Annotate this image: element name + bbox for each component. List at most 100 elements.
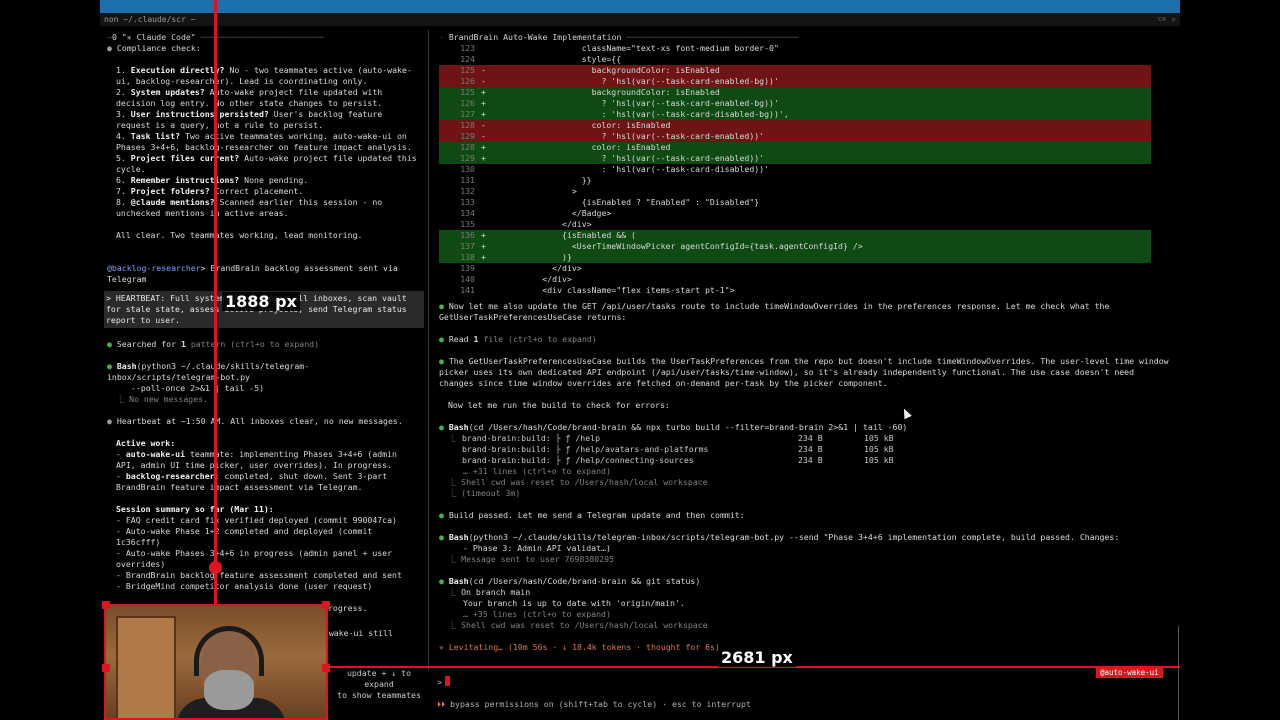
diff-code: className="text-xs font-medium border-0" bbox=[493, 43, 779, 53]
resize-handle[interactable] bbox=[322, 664, 330, 672]
bash-call[interactable]: ● Bash(python3 ~/.claude/skills/telegram… bbox=[439, 532, 1172, 543]
teammate-name: backlog-researcher bbox=[125, 471, 215, 481]
build-js: 105 kB bbox=[864, 444, 894, 454]
headphones-icon bbox=[194, 626, 264, 676]
bash-command: (python3 ~/.claude/skills/telegram-inbox… bbox=[107, 361, 310, 382]
diff-line: 134 </Badge> bbox=[439, 208, 1151, 219]
diff-code: ? 'hsl(var(--task-card-enabled))' bbox=[493, 153, 765, 163]
bullet-icon: ● bbox=[107, 43, 112, 53]
terminal-tab-title[interactable]: non ~/.claude/scr ~ ⌥⌘ × bbox=[100, 13, 1180, 26]
bash-command: (python3 ~/.claude/skills/telegram-inbox… bbox=[468, 532, 1120, 542]
diff-sign: + bbox=[481, 98, 486, 108]
diff-sign: + bbox=[481, 230, 486, 240]
diff-sign: - bbox=[481, 120, 486, 130]
compliance-heading-text: Compliance check: bbox=[116, 43, 201, 53]
teammate-mention[interactable]: @backlog-researcher bbox=[107, 263, 201, 273]
read-suffix: file (ctrl+o to expand) bbox=[478, 334, 597, 344]
window-controls-icon[interactable]: ⌥⌘ × bbox=[1157, 15, 1176, 24]
checklist-number: 7. bbox=[116, 186, 126, 196]
diff-line: 126- ? 'hsl(var(--task-card-enabled-bg))… bbox=[439, 76, 1151, 87]
line-number: 124 bbox=[460, 54, 475, 64]
diff-line: 128- color: isEnabled bbox=[439, 120, 1151, 131]
diff-line: 130 : 'hsl(var(--task-card-disabled))' bbox=[439, 164, 1151, 175]
line-number: 129 bbox=[460, 131, 475, 141]
diff-code: : 'hsl(var(--task-card-disabled))' bbox=[493, 164, 770, 174]
diff-line: 133 {isEnabled ? "Enabled" : "Disabled"} bbox=[439, 197, 1151, 208]
prompt-input[interactable]: > bbox=[431, 674, 1180, 690]
summary-item: - FAQ credit card fix verified deployed … bbox=[116, 515, 397, 525]
bash-call[interactable]: ● Bash(cd /Users/hash/Code/brand-brain &… bbox=[439, 422, 1172, 433]
success-dot-icon: ● bbox=[439, 532, 444, 542]
right-pane-title: BrandBrain Auto-Wake Implementation bbox=[448, 32, 622, 42]
active-work-item: - backlog-researcher: completed, shut do… bbox=[116, 471, 393, 492]
read-call[interactable]: ● Read 1 file (ctrl+o to expand) bbox=[439, 334, 1172, 345]
git-line-text: Your branch is up to date with 'origin/m… bbox=[463, 598, 685, 608]
bash-label: Bash bbox=[116, 361, 137, 371]
build-output: ⎿ brand-brain:build: ├ ƒ /help 234 B 105 kB… bbox=[439, 433, 1172, 466]
resize-handle[interactable] bbox=[102, 664, 110, 672]
diff-line: 126 + ? 'hsl(var(--task-card-enabled-bg))… bbox=[439, 98, 1151, 109]
diff-sign: - bbox=[481, 131, 486, 141]
line-number: 141 bbox=[460, 285, 475, 295]
search-prefix: Searched for bbox=[116, 339, 181, 349]
search-result[interactable]: ● Searched for 1 pattern (ctrl+o to expa… bbox=[107, 339, 421, 350]
diff-sign: + bbox=[481, 87, 486, 97]
build-cwd: ⎿ Shell cwd was reset to /Users/hash/loc… bbox=[439, 477, 1172, 488]
diff-code: <UserTimeWindowPicker agentConfigId={tas… bbox=[493, 241, 863, 251]
line-number: 125 bbox=[460, 87, 475, 97]
git-line: ⎿ On branch main bbox=[439, 587, 1172, 598]
bash-label: Bash bbox=[448, 532, 469, 542]
diff-code: <div className="flex items-start pt-1"> bbox=[493, 285, 735, 295]
right-terminal-pane[interactable]: · BrandBrain Auto-Wake Implementation ──… bbox=[431, 28, 1180, 720]
build-size: 234 B bbox=[798, 433, 823, 443]
diff-sign: - bbox=[481, 65, 486, 75]
git-line-text: … +35 lines (ctrl+o to expand) bbox=[463, 609, 611, 619]
webcam-overlay[interactable] bbox=[104, 604, 328, 720]
line-number: 138 bbox=[460, 252, 475, 262]
line-number: 128 bbox=[460, 142, 475, 152]
checklist-number: 8. bbox=[116, 197, 126, 207]
diff-code: )} bbox=[493, 252, 572, 262]
tree-corner-icon: ⎿ bbox=[448, 620, 462, 630]
bash-label: Bash bbox=[448, 576, 469, 586]
teammate-hint-text: update + ↓ to expand to show teammates bbox=[337, 668, 421, 700]
line-number: 129 bbox=[460, 153, 475, 163]
expand-more-lines[interactable]: … +35 lines (ctrl+o to expand) bbox=[439, 609, 1172, 620]
compliance-heading: ● Compliance check: bbox=[107, 43, 421, 54]
resize-handle[interactable] bbox=[322, 601, 330, 609]
resize-handle[interactable] bbox=[102, 601, 110, 609]
teammate-badge[interactable]: @auto-wake-ui bbox=[1096, 667, 1163, 678]
git-line-text: On branch main bbox=[461, 587, 531, 597]
line-number: 131 bbox=[460, 175, 475, 185]
checklist-text: None pending. bbox=[239, 175, 309, 185]
expand-more-lines[interactable]: … +31 lines (ctrl+o to expand) bbox=[439, 466, 1172, 477]
diff-code: </div> bbox=[493, 274, 572, 284]
bash-result: ⎿ Message sent to user 7698380295 bbox=[439, 554, 1172, 565]
heartbeat-status: ● Heartbeat at ~1:50 AM. All inboxes cle… bbox=[107, 416, 421, 427]
line-number: 139 bbox=[460, 263, 475, 273]
tree-corner-icon: ⎿ bbox=[448, 587, 462, 597]
tree-corner-icon: ⎿ bbox=[116, 394, 125, 404]
checklist-number: 4. bbox=[116, 131, 126, 141]
build-route: brand-brain:build: ├ ƒ /help/connecting-… bbox=[462, 455, 694, 465]
diff-code: }} bbox=[493, 175, 592, 185]
pane-divider[interactable] bbox=[428, 30, 429, 670]
bash-call[interactable]: ● Bash(python3 ~/.claude/skills/telegram… bbox=[107, 361, 421, 383]
measurement-handle[interactable] bbox=[209, 561, 222, 574]
line-number: 126 bbox=[460, 98, 475, 108]
bash-call[interactable]: ● Bash(cd /Users/hash/Code/brand-brain &… bbox=[439, 576, 1172, 587]
diff-code: </div> bbox=[493, 263, 582, 273]
diff-code: backgroundColor: isEnabled bbox=[493, 65, 720, 75]
git-status-output: ⎿ On branch main Your branch is up to dat… bbox=[439, 587, 1172, 631]
build-size: 234 B bbox=[798, 455, 823, 465]
summary-item: - BrandBrain backlog feature assessment … bbox=[116, 570, 402, 580]
diff-sign: - bbox=[481, 76, 486, 86]
checklist-label: System updates? bbox=[130, 87, 205, 97]
tree-corner-icon: ⎿ bbox=[448, 488, 457, 498]
line-number: 133 bbox=[460, 197, 475, 207]
teammate-name: auto-wake-ui bbox=[125, 449, 186, 459]
checklist-item: 4. Task list? Two active teammates worki… bbox=[107, 131, 421, 153]
diff-line: 128 + color: isEnabled bbox=[439, 142, 1151, 153]
checklist-item: 6. Remember instructions? None pending. bbox=[107, 175, 421, 186]
letterbox-left bbox=[0, 0, 100, 720]
